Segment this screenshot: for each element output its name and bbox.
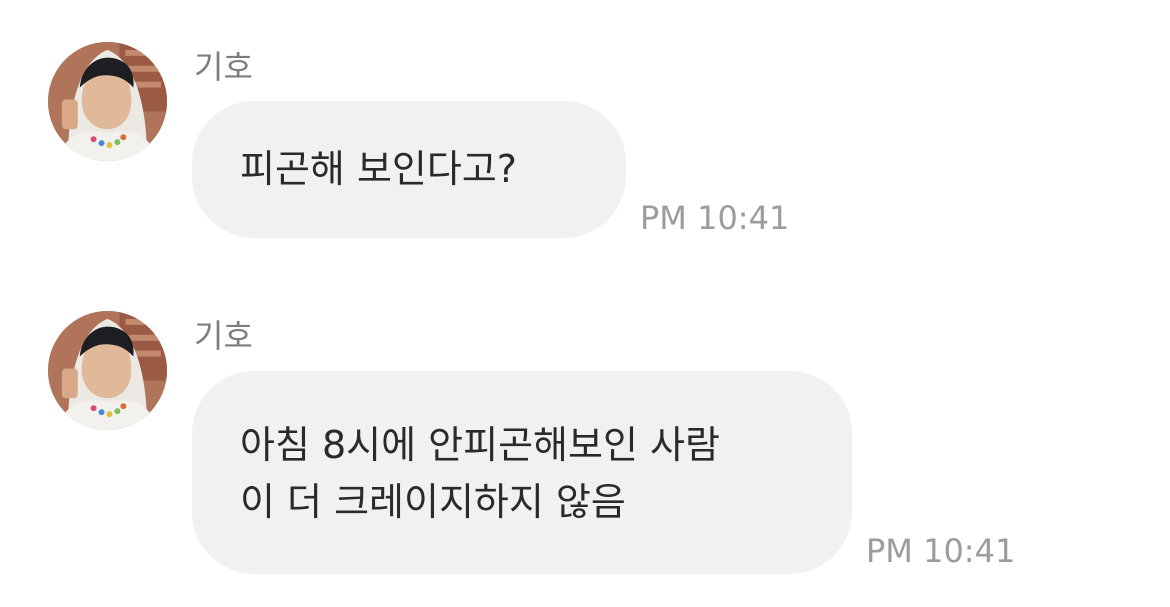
message-bubble[interactable]: 아침 8시에 안피곤해보인 사람 이 더 크레이지하지 않음 [192,371,852,574]
sender-name: 기호 [194,317,253,355]
message-timestamp: PM 10:41 [640,199,790,237]
message-timestamp: PM 10:41 [866,532,1016,570]
avatar-photo-icon [48,311,167,430]
message-bubble[interactable]: 피곤해 보인다고? [192,101,626,238]
message-item: 기호 피곤해 보인다고? PM 10:41 [0,0,1170,260]
message-item: 기호 아침 8시에 안피곤해보인 사람 이 더 크레이지하지 않음 PM 10:… [0,270,1170,607]
sender-avatar[interactable] [48,311,167,430]
message-text: 아침 8시에 안피곤해보인 사람 이 더 크레이지하지 않음 [240,423,720,524]
sender-name: 기호 [194,48,253,86]
avatar-photo-icon [48,42,167,161]
sender-avatar[interactable] [48,42,167,161]
message-text: 피곤해 보인다고? [240,147,517,191]
